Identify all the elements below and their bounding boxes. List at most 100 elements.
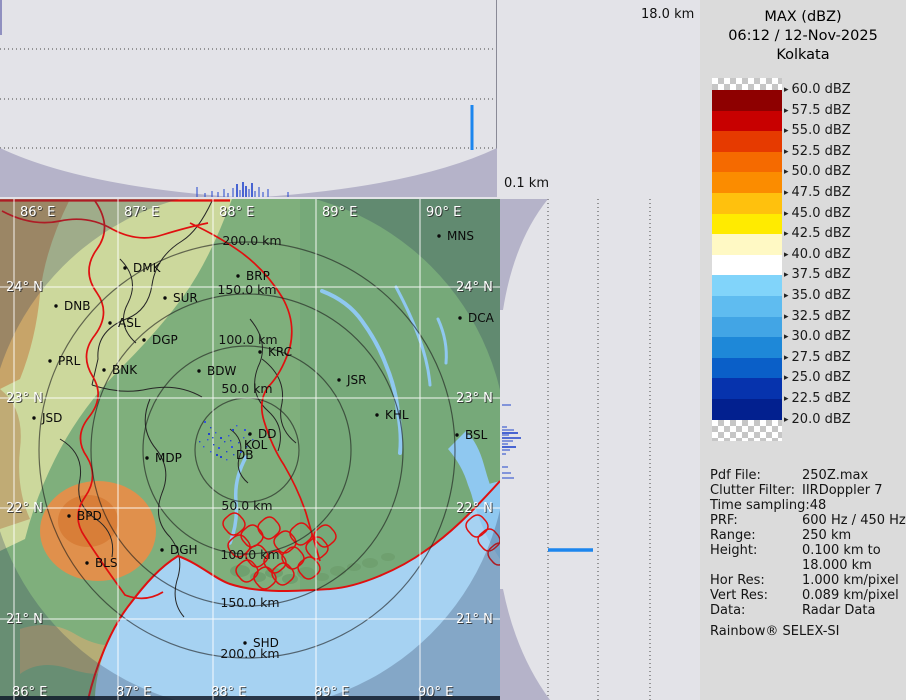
city-dot-ASL: [108, 321, 111, 324]
dbz-swatch: [712, 275, 782, 296]
metadata-label: Range:: [710, 528, 802, 543]
lat-label-left: 24° N: [6, 280, 43, 295]
scale-tick-text: 32.5 dBZ: [792, 309, 851, 324]
metadata-row: PRF:600 Hz / 450 Hz: [710, 513, 906, 528]
metadata-row: 18.000 km: [710, 558, 906, 573]
lat-label-left: 22° N: [6, 501, 43, 516]
legend-pane: MAX (dBZ) 06:12 / 12-Nov-2025 Kolkata ▸6…: [700, 0, 906, 700]
city-label-ASL: ASL: [118, 316, 141, 330]
scale-tick-text: 40.0 dBZ: [792, 247, 851, 262]
scale-tick-arrow: ▸: [784, 229, 789, 239]
right-cross-section-panel: [500, 199, 700, 700]
echo-speckle: [238, 442, 239, 443]
dbz-swatch: [712, 131, 782, 152]
echo-speckle: [199, 441, 200, 442]
lon-label-bottom: 87° E: [116, 685, 151, 700]
dbz-scale-label: ▸45.0 dBZ: [784, 206, 851, 221]
scale-tick-arrow: ▸: [784, 270, 789, 280]
metadata-label: Hor Res:: [710, 573, 802, 588]
echo-speckle: [204, 421, 206, 423]
city-label-KRC: KRC: [268, 345, 292, 359]
dbz-swatch: [712, 378, 782, 399]
echo-speckle: [232, 429, 234, 431]
no-data-swatch-bottom: [712, 420, 782, 441]
product-title: MAX (dBZ): [700, 8, 906, 27]
echo-speckle: [220, 456, 222, 458]
scale-tick-text: 50.0 dBZ: [792, 164, 851, 179]
city-label-JSD: JSD: [41, 411, 62, 425]
lon-label-top: 87° E: [124, 205, 159, 220]
city-dot-DMK: [123, 266, 126, 269]
edge-echo-mark: [0, 0, 2, 35]
metadata-label: Height:: [710, 543, 802, 558]
metadata-value: 1.000 km/pixel: [802, 573, 899, 588]
scale-tick-arrow: ▸: [784, 106, 789, 116]
metadata-label: Data:: [710, 603, 802, 618]
city-dot-BLS: [85, 561, 88, 564]
metadata-row: Range:250 km: [710, 528, 906, 543]
dbz-scale-label: ▸52.5 dBZ: [784, 144, 851, 159]
lat-label-right: 21° N: [456, 612, 493, 627]
echo-speckle: [220, 437, 222, 439]
echo-speckle: [207, 439, 208, 440]
metadata-row: Height:0.100 km to: [710, 543, 906, 558]
city-dot-BDW: [197, 369, 200, 372]
metadata-value: 18.000 km: [802, 558, 872, 573]
city-dot-DNB: [54, 304, 57, 307]
scale-tick-arrow: ▸: [784, 188, 789, 198]
scale-tick-arrow: ▸: [784, 353, 789, 363]
scale-tick-text: 30.0 dBZ: [792, 329, 851, 344]
scale-tick-arrow: ▸: [784, 126, 789, 136]
metadata-value: 250Z.max: [802, 468, 868, 483]
product-datetime: 06:12 / 12-Nov-2025: [700, 27, 906, 46]
lat-label-left: 23° N: [6, 391, 43, 406]
city-label-JSR: JSR: [346, 373, 367, 387]
metadata-value: 250 km: [802, 528, 851, 543]
city-dot-PRL: [48, 359, 51, 362]
lon-label-bottom: 90° E: [418, 685, 453, 700]
dbz-scale-label: ▸37.5 dBZ: [784, 267, 851, 282]
scale-tick-text: 37.5 dBZ: [792, 267, 851, 282]
city-dot-JSR: [337, 378, 340, 381]
dbz-scale-label: ▸22.5 dBZ: [784, 391, 851, 406]
corner-area: [497, 0, 700, 199]
scale-tick-arrow: ▸: [784, 209, 789, 219]
metadata-value: IIRDoppler 7: [802, 483, 883, 498]
metadata-row: Data:Radar Data: [710, 603, 906, 618]
dbz-swatch: [712, 317, 782, 338]
scale-tick-arrow: ▸: [784, 147, 789, 157]
dbz-swatch: [712, 111, 782, 132]
city-dot-BPD: [67, 514, 70, 517]
dbz-scale-label: ▸25.0 dBZ: [784, 370, 851, 385]
dbz-swatch: [712, 172, 782, 193]
city-label-SHD: SHD: [253, 636, 279, 650]
scale-tick-arrow: ▸: [784, 332, 789, 342]
echo-speckle: [226, 451, 227, 452]
radar-map: 86° E86° E86° E86° E87° E87° E87° E87° E…: [0, 199, 500, 700]
legend-title: MAX (dBZ) 06:12 / 12-Nov-2025 Kolkata: [700, 8, 906, 65]
city-label-BSL: BSL: [465, 428, 488, 442]
dbz-scale-label: ▸35.0 dBZ: [784, 288, 851, 303]
software-brand: Rainbow® SELEX-SI: [710, 624, 840, 639]
echo-speckle: [203, 446, 204, 447]
metadata-label: Clutter Filter:: [710, 483, 802, 498]
city-label-DCA: DCA: [468, 311, 495, 325]
city-label-BNK: BNK: [112, 363, 138, 377]
dbz-swatch: [712, 296, 782, 317]
dbz-scale-label: ▸47.5 dBZ: [784, 185, 851, 200]
lat-label-right: 22° N: [456, 501, 493, 516]
dbz-swatch: [712, 193, 782, 214]
echo-speckle: [230, 440, 231, 441]
echo-speckle: [208, 433, 210, 435]
scale-tick-arrow: ▸: [784, 394, 789, 404]
city-label-DGH: DGH: [170, 543, 198, 557]
city-dot-SUR: [163, 296, 166, 299]
scale-tick-arrow: ▸: [784, 291, 789, 301]
scale-tick-text: 22.5 dBZ: [792, 391, 851, 406]
lon-label-bottom: 86° E: [12, 685, 47, 700]
scale-tick-text: 60.0 dBZ: [792, 82, 851, 97]
city-dot-DGP: [142, 338, 145, 341]
dbz-swatch: [712, 90, 782, 111]
echo-speckle: [224, 441, 225, 442]
right-panel-background: [500, 199, 700, 700]
